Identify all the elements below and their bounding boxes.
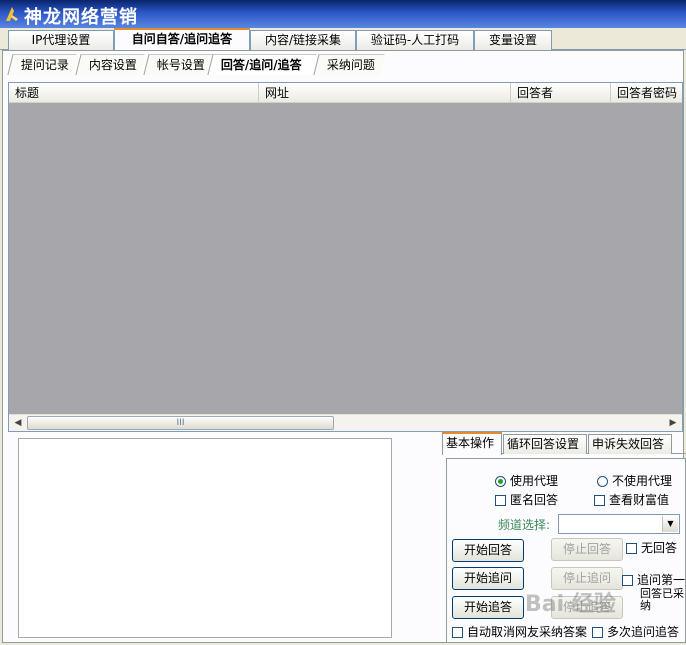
grid-header: 标题 网址 回答者 回答者密码 [9, 83, 682, 103]
auto-cancel-checkbox[interactable]: 自动取消网友采纳答案 [452, 625, 587, 639]
radio-icon [597, 476, 608, 487]
tab-appeal[interactable]: 申诉失效回答 [588, 434, 672, 454]
option-label: 不使用代理 [612, 474, 673, 488]
checkbox-icon [592, 627, 603, 638]
subtab-ask-records[interactable]: 提问记录 [7, 54, 77, 75]
subtab-label: 内容设置 [88, 58, 137, 72]
tab-label: IP代理设置 [31, 33, 91, 47]
app-logo-icon [6, 7, 18, 21]
tab-label: 申诉失效回答 [592, 437, 665, 451]
title-bar: 神龙网络营销 [0, 0, 686, 28]
multi-follow-checkbox[interactable]: 多次追问追答 [592, 625, 679, 639]
start-answer-button[interactable]: 开始回答 [452, 539, 524, 562]
subtab-label: 采纳问题 [326, 58, 375, 72]
column-header-answerer-password[interactable]: 回答者密码 [611, 83, 682, 103]
subtab-label: 回答/追问/追答 [220, 58, 302, 72]
column-header-url[interactable]: 网址 [259, 83, 511, 103]
tab-label: 变量设置 [488, 33, 537, 47]
tab-basic-ops[interactable]: 基本操作 [442, 432, 502, 455]
checkbox-icon [452, 627, 463, 638]
view-wealth-checkbox[interactable]: 查看财富值 [594, 493, 669, 507]
adopted-note: 回答已采纳 [640, 588, 684, 612]
no-answer-checkbox[interactable]: 无回答 [626, 541, 677, 555]
option-label: 多次追问追答 [607, 625, 680, 639]
start-follow-answer-button[interactable]: 开始追答 [452, 596, 524, 619]
channel-select[interactable]: ▼ [558, 514, 680, 534]
checkbox-icon [495, 495, 506, 506]
chevron-down-icon[interactable]: ▼ [662, 516, 678, 532]
checkbox-icon [594, 495, 605, 506]
records-grid[interactable]: 标题 网址 回答者 回答者密码 ◀ III ▶ [8, 82, 683, 432]
anonymous-checkbox[interactable]: 匿名回答 [495, 493, 558, 507]
use-proxy-radio[interactable]: 使用代理 [495, 474, 558, 488]
tab-self-qa[interactable]: 自问自答/追问追答 [114, 28, 250, 51]
content-textarea[interactable] [18, 438, 392, 638]
option-label: 使用代理 [510, 474, 559, 488]
column-header-title[interactable]: 标题 [9, 83, 259, 103]
operation-tab-strip: 基本操作 循环回答设置 申诉失效回答 [442, 432, 686, 455]
option-label: 匿名回答 [510, 493, 559, 507]
channel-label: 频道选择: [498, 518, 551, 532]
radio-selected-icon [495, 476, 506, 487]
option-label: 无回答 [641, 541, 678, 555]
scroll-thumb[interactable]: III [27, 416, 334, 430]
tab-label: 自问自答/追问追答 [131, 32, 233, 46]
checkbox-icon [626, 543, 637, 554]
stop-answer-button[interactable]: 停止回答 [551, 538, 623, 561]
scroll-left-icon[interactable]: ◀ [10, 416, 26, 431]
tab-label: 循环回答设置 [507, 437, 580, 451]
option-label: 查看财富值 [609, 493, 670, 507]
subtab-label: 提问记录 [20, 58, 69, 72]
sub-tab-strip: 提问记录 内容设置 帐号设置 回答/追问/追答 采纳问题 [4, 53, 385, 75]
tab-label: 内容/链接采集 [264, 33, 342, 47]
subtab-label: 帐号设置 [156, 58, 205, 72]
start-follow-ask-button[interactable]: 开始追问 [452, 567, 524, 590]
column-header-answerer[interactable]: 回答者 [511, 83, 611, 103]
checkbox-icon [622, 575, 633, 586]
option-label: 追问第一 [637, 573, 686, 587]
subtab-adopt[interactable]: 采纳问题 [313, 54, 385, 75]
subtab-account-settings[interactable]: 帐号设置 [143, 54, 213, 75]
subtab-answer-follow[interactable]: 回答/追问/追答 [207, 54, 317, 75]
tab-loop-answer[interactable]: 循环回答设置 [503, 434, 587, 454]
horizontal-scrollbar[interactable]: ◀ III ▶ [9, 414, 682, 431]
follow-first-checkbox[interactable]: 追问第一 [622, 573, 685, 587]
option-label: 自动取消网友采纳答案 [467, 625, 588, 639]
tab-content-collect[interactable]: 内容/链接采集 [250, 30, 356, 50]
tab-captcha[interactable]: 验证码-人工打码 [356, 30, 474, 50]
tab-variables[interactable]: 变量设置 [474, 30, 552, 50]
tab-label: 验证码-人工打码 [370, 33, 460, 47]
subtab-content-settings[interactable]: 内容设置 [75, 54, 145, 75]
scroll-right-icon[interactable]: ▶ [665, 416, 681, 431]
tab-ip-proxy[interactable]: IP代理设置 [8, 30, 114, 50]
main-tab-strip: IP代理设置 自问自答/追问追答 内容/链接采集 验证码-人工打码 变量设置 [0, 28, 686, 51]
window-title: 神龙网络营销 [24, 7, 138, 28]
no-proxy-radio[interactable]: 不使用代理 [597, 474, 672, 488]
tab-label: 基本操作 [446, 436, 495, 450]
watermark: Bai 经验 [525, 592, 616, 617]
